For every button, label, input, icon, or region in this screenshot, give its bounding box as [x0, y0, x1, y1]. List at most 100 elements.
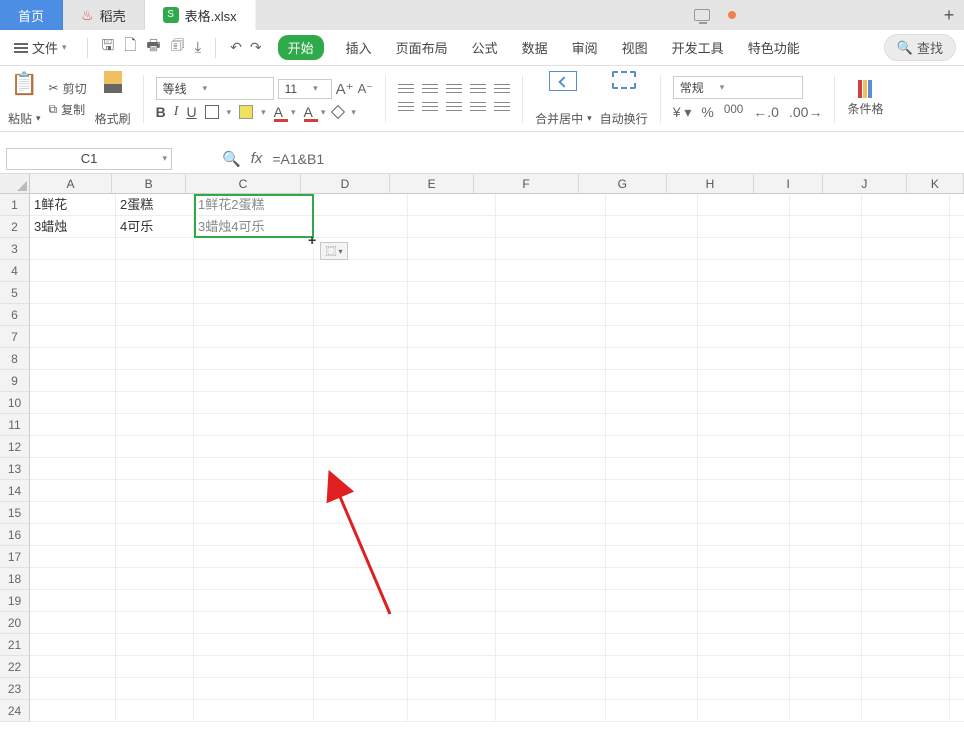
cell-F21[interactable] — [496, 634, 606, 656]
clear-format-button[interactable] — [331, 105, 345, 119]
cell-H14[interactable] — [698, 480, 790, 502]
cell-H4[interactable] — [698, 260, 790, 282]
col-header-G[interactable]: G — [579, 174, 667, 194]
cell-K24[interactable] — [950, 700, 964, 722]
cell-K2[interactable] — [950, 216, 964, 238]
cell-J9[interactable] — [862, 370, 950, 392]
cell-H13[interactable] — [698, 458, 790, 480]
cell-I21[interactable] — [790, 634, 862, 656]
cell-F20[interactable] — [496, 612, 606, 634]
cell-F14[interactable] — [496, 480, 606, 502]
cell-K14[interactable] — [950, 480, 964, 502]
cell-C15[interactable] — [194, 502, 314, 524]
cell-C7[interactable] — [194, 326, 314, 348]
col-header-A[interactable]: A — [30, 174, 112, 194]
cell-B2[interactable]: 4可乐 — [116, 216, 194, 238]
underline-button[interactable]: U — [186, 104, 196, 120]
cell-I17[interactable] — [790, 546, 862, 568]
col-header-H[interactable]: H — [667, 174, 755, 194]
cell-E4[interactable] — [408, 260, 496, 282]
cell-G10[interactable] — [606, 392, 698, 414]
cell-I12[interactable] — [790, 436, 862, 458]
cell-I1[interactable] — [790, 194, 862, 216]
cell-F15[interactable] — [496, 502, 606, 524]
cell-F4[interactable] — [496, 260, 606, 282]
format-painter-icon[interactable] — [104, 71, 122, 93]
row-header-10[interactable]: 10 — [0, 392, 30, 414]
cast-icon[interactable] — [694, 9, 710, 21]
cell-C22[interactable] — [194, 656, 314, 678]
cell-H23[interactable] — [698, 678, 790, 700]
cell-K7[interactable] — [950, 326, 964, 348]
merge-cells-icon[interactable] — [549, 71, 577, 91]
cell-A11[interactable] — [30, 414, 116, 436]
menu-dev[interactable]: 开发工具 — [670, 35, 726, 60]
cell-C11[interactable] — [194, 414, 314, 436]
conditional-format-button[interactable]: 条件格 — [847, 80, 883, 117]
cell-G9[interactable] — [606, 370, 698, 392]
cell-A15[interactable] — [30, 502, 116, 524]
cell-K10[interactable] — [950, 392, 964, 414]
cell-D7[interactable] — [314, 326, 408, 348]
cell-F24[interactable] — [496, 700, 606, 722]
cell-I6[interactable] — [790, 304, 862, 326]
row-header-23[interactable]: 23 — [0, 678, 30, 700]
cell-K6[interactable] — [950, 304, 964, 326]
cell-G22[interactable] — [606, 656, 698, 678]
cell-C4[interactable] — [194, 260, 314, 282]
cell-A20[interactable] — [30, 612, 116, 634]
cell-H12[interactable] — [698, 436, 790, 458]
cell-D2[interactable] — [314, 216, 408, 238]
cell-E6[interactable] — [408, 304, 496, 326]
cell-A9[interactable] — [30, 370, 116, 392]
row-header-13[interactable]: 13 — [0, 458, 30, 480]
menu-formula[interactable]: 公式 — [470, 35, 500, 60]
cell-H10[interactable] — [698, 392, 790, 414]
wrap-text-icon[interactable] — [612, 71, 636, 89]
search-formula-icon[interactable]: 🔍 — [222, 150, 241, 168]
cell-E23[interactable] — [408, 678, 496, 700]
cell-G23[interactable] — [606, 678, 698, 700]
cell-C12[interactable] — [194, 436, 314, 458]
cell-A16[interactable] — [30, 524, 116, 546]
cell-D13[interactable] — [314, 458, 408, 480]
cell-D4[interactable] — [314, 260, 408, 282]
cell-I22[interactable] — [790, 656, 862, 678]
row-header-16[interactable]: 16 — [0, 524, 30, 546]
row-header-3[interactable]: 3 — [0, 238, 30, 260]
row-header-9[interactable]: 9 — [0, 370, 30, 392]
save-icon[interactable]: 🖫 — [102, 35, 115, 60]
cell-A19[interactable] — [30, 590, 116, 612]
align-center-button[interactable] — [422, 102, 438, 114]
align-bottom-button[interactable] — [446, 84, 462, 96]
print-preview-icon[interactable]: 🗊 — [171, 35, 185, 60]
name-box[interactable]: C1 ▾ — [6, 148, 172, 170]
cell-I8[interactable] — [790, 348, 862, 370]
cell-J23[interactable] — [862, 678, 950, 700]
cell-F17[interactable] — [496, 546, 606, 568]
cell-J18[interactable] — [862, 568, 950, 590]
cell-A4[interactable] — [30, 260, 116, 282]
cell-C14[interactable] — [194, 480, 314, 502]
cell-J4[interactable] — [862, 260, 950, 282]
cell-I19[interactable] — [790, 590, 862, 612]
cell-G19[interactable] — [606, 590, 698, 612]
cell-A12[interactable] — [30, 436, 116, 458]
cell-E11[interactable] — [408, 414, 496, 436]
cell-C2[interactable]: 3蜡烛4可乐 — [194, 216, 314, 238]
row-header-11[interactable]: 11 — [0, 414, 30, 436]
cell-A1[interactable]: 1鲜花 — [30, 194, 116, 216]
cell-F11[interactable] — [496, 414, 606, 436]
search-button[interactable]: 🔍 查找 — [884, 34, 956, 61]
cell-D19[interactable] — [314, 590, 408, 612]
cell-J13[interactable] — [862, 458, 950, 480]
cell-E9[interactable] — [408, 370, 496, 392]
cell-I23[interactable] — [790, 678, 862, 700]
cell-F1[interactable] — [496, 194, 606, 216]
select-all-corner[interactable] — [0, 174, 30, 194]
cell-B24[interactable] — [116, 700, 194, 722]
align-top-button[interactable] — [398, 84, 414, 96]
decrease-font-icon[interactable]: A⁻ — [358, 81, 374, 97]
cell-D10[interactable] — [314, 392, 408, 414]
cell-E13[interactable] — [408, 458, 496, 480]
